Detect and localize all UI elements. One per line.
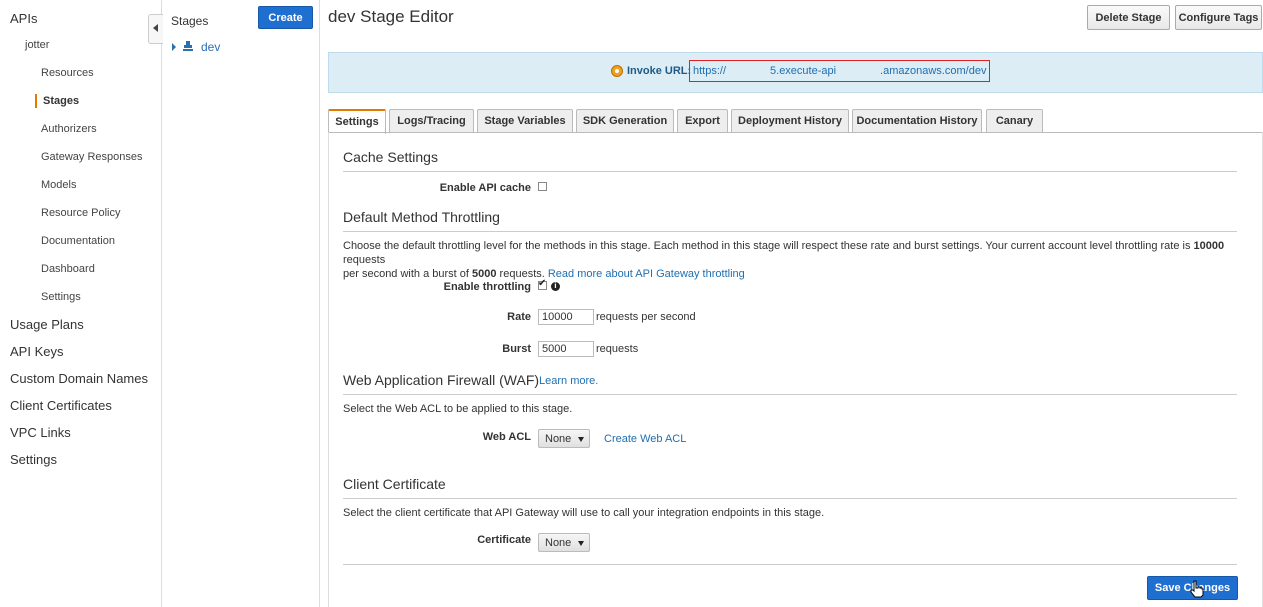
tab-documentation-history[interactable]: Documentation History [852, 109, 982, 133]
tab-stage-variables[interactable]: Stage Variables [477, 109, 573, 133]
nav-item-gateway-responses[interactable]: Gateway Responses [41, 151, 143, 163]
nav-item-api-settings[interactable]: Settings [41, 291, 81, 303]
section-divider [343, 564, 1237, 565]
tab-deployment-history[interactable]: Deployment History [731, 109, 849, 133]
invoke-url-text[interactable]: https:// 5.execute-api .amazonaws.com/de… [693, 65, 986, 77]
nav-item-stages[interactable]: Stages [43, 95, 79, 107]
certificate-label: Certificate [477, 534, 531, 546]
enable-api-cache-checkbox[interactable] [538, 182, 547, 191]
nav-settings[interactable]: Settings [10, 452, 57, 467]
throttling-read-more-link[interactable]: Read more about API Gateway throttling [548, 268, 745, 280]
client-certificate-title: Client Certificate [343, 476, 446, 492]
nav-item-authorizers[interactable]: Authorizers [41, 123, 97, 135]
create-web-acl-link[interactable]: Create Web ACL [604, 433, 686, 445]
delete-stage-button[interactable]: Delete Stage [1087, 5, 1170, 30]
tab-sdk-generation[interactable]: SDK Generation [576, 109, 674, 133]
info-dot-icon [611, 65, 623, 77]
nav-apis[interactable]: APIs [10, 11, 37, 26]
rate-label: Rate [507, 311, 531, 323]
dropdown-caret-icon [578, 437, 584, 442]
section-divider [343, 394, 1237, 395]
nav-api-jotter[interactable]: jotter [25, 39, 49, 51]
nav-item-dashboard[interactable]: Dashboard [41, 263, 95, 275]
active-indicator [35, 94, 37, 108]
cache-settings-title: Cache Settings [343, 149, 438, 165]
info-icon[interactable]: i [551, 282, 560, 291]
stages-title: Stages [171, 14, 209, 28]
throttling-title: Default Method Throttling [343, 209, 500, 225]
nav-client-certificates[interactable]: Client Certificates [10, 398, 112, 413]
invoke-url-link[interactable]: https:// 5.execute-api .amazonaws.com/de… [689, 60, 991, 82]
burst-input[interactable] [538, 341, 594, 357]
left-navigation: APIs jotter Resources Stages Authorizers… [0, 0, 162, 607]
section-divider [343, 498, 1237, 499]
configure-tags-button[interactable]: Configure Tags [1175, 5, 1262, 30]
web-acl-select[interactable]: None [538, 429, 590, 448]
client-certificate-description: Select the client certificate that API G… [343, 507, 825, 519]
invoke-url-banner: Invoke URL: https:// 5.execute-api .amaz… [328, 52, 1263, 93]
stage-icon [183, 41, 193, 51]
collapse-panel-button[interactable] [148, 14, 163, 44]
nav-item-models[interactable]: Models [41, 179, 76, 191]
hand-cursor-icon [1190, 580, 1204, 598]
burst-unit: requests [596, 343, 639, 355]
web-acl-value: None [545, 433, 572, 445]
stage-editor: dev Stage Editor Delete Stage Configure … [320, 0, 1263, 607]
stage-tree-item-dev[interactable]: dev [201, 40, 220, 54]
enable-throttling-checkbox[interactable] [538, 278, 547, 290]
nav-vpc-links[interactable]: VPC Links [10, 425, 71, 440]
rate-unit: requests per second [596, 311, 696, 323]
certificate-value: None [545, 537, 572, 549]
tab-canary[interactable]: Canary [986, 109, 1043, 133]
throttling-description: Choose the default throttling level for … [343, 240, 1225, 280]
caret-right-icon[interactable] [172, 43, 176, 51]
nav-item-resource-policy[interactable]: Resource Policy [41, 207, 120, 219]
waf-title: Web Application Firewall (WAF) [343, 372, 540, 388]
waf-learn-more-link[interactable]: Learn more. [539, 375, 598, 387]
chevron-left-icon [153, 24, 158, 32]
certificate-select[interactable]: None [538, 533, 590, 552]
web-acl-label: Web ACL [482, 431, 531, 443]
nav-api-keys[interactable]: API Keys [10, 344, 63, 359]
section-divider [343, 171, 1237, 172]
create-stage-button[interactable]: Create [258, 6, 313, 29]
nav-item-documentation[interactable]: Documentation [41, 235, 115, 247]
enable-throttling-label: Enable throttling [443, 281, 531, 293]
rate-input[interactable] [538, 309, 594, 325]
nav-custom-domain-names[interactable]: Custom Domain Names [10, 371, 148, 386]
waf-description: Select the Web ACL to be applied to this… [343, 403, 573, 415]
nav-item-resources[interactable]: Resources [41, 67, 94, 79]
burst-label: Burst [502, 343, 531, 355]
enable-api-cache-label: Enable API cache [439, 182, 531, 194]
stages-panel: Stages Create dev [163, 0, 320, 607]
nav-usage-plans[interactable]: Usage Plans [10, 317, 84, 332]
tab-settings[interactable]: Settings [328, 109, 386, 134]
section-divider [343, 231, 1237, 232]
invoke-url-label: Invoke URL: [627, 65, 692, 77]
tab-logs-tracing[interactable]: Logs/Tracing [389, 109, 474, 133]
dropdown-caret-icon [578, 541, 584, 546]
tab-export[interactable]: Export [677, 109, 728, 133]
page-title: dev Stage Editor [328, 7, 454, 26]
